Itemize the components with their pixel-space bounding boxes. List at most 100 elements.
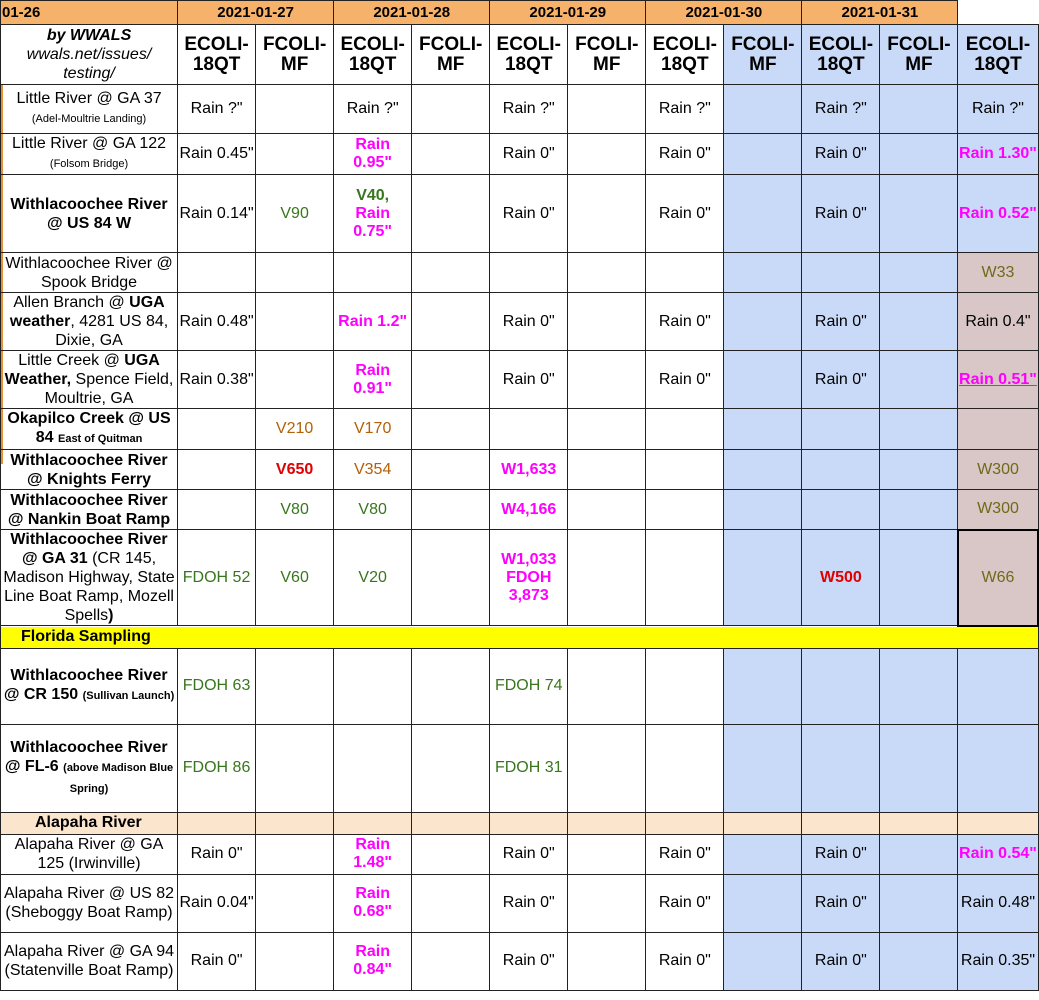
source-link[interactable]: wwals.net/issues/ testing/ — [2, 45, 177, 83]
site-cell: Alapaha River @ GA 94 (Statenville Boat … — [0, 931, 179, 991]
date-cell: 2021-01-28 — [333, 0, 491, 25]
value-cell: Rain 0" — [489, 133, 569, 175]
value-cell: V170 — [333, 408, 413, 450]
value-cell: Rain 0.51" — [957, 350, 1039, 409]
table-row: Little River @ GA 122 (Folsom Bridge) Rai… — [0, 133, 1039, 175]
section-filler — [645, 811, 725, 835]
value-cell — [879, 647, 959, 725]
value-cell — [879, 833, 959, 875]
value-cell — [567, 723, 647, 813]
value-cell: V80 — [333, 489, 413, 530]
value-cell — [723, 931, 803, 991]
site-cell: Withlacoochee River @ Knights Ferry — [0, 449, 179, 490]
date-cell: 2021-01-27 — [177, 0, 335, 25]
value-cell — [723, 647, 803, 725]
value-cell — [645, 252, 725, 293]
value-cell — [411, 252, 491, 293]
value-cell: Rain 0" — [177, 833, 257, 875]
value-cell: Rain 1.2" — [333, 292, 413, 351]
col-fcoli: FCOLI-MF — [567, 24, 647, 85]
value-cell — [723, 723, 803, 813]
value-cell — [567, 133, 647, 175]
value-cell: Rain 1.30" — [957, 133, 1039, 175]
value-cell — [255, 931, 335, 991]
value-cell — [411, 931, 491, 991]
value-cell — [723, 873, 803, 933]
value-cell: Rain 0" — [801, 350, 881, 409]
value-cell — [567, 489, 647, 530]
table-row: Withlacoochee River @ Nankin Boat Ramp V… — [0, 489, 1039, 530]
value-cell — [645, 449, 725, 490]
value-cell — [801, 489, 881, 530]
value-cell: Rain ?" — [333, 84, 413, 134]
col-ecoli: ECOLI-18QT — [489, 24, 569, 85]
col-fcoli: FCOLI-MF — [411, 24, 491, 85]
value-cell — [723, 350, 803, 409]
value-cell — [879, 723, 959, 813]
value-cell — [255, 723, 335, 813]
value-cell: Rain 0" — [801, 833, 881, 875]
value-cell: W1,633 — [489, 449, 569, 490]
section-florida: Florida Sampling — [0, 625, 1039, 649]
value-cell — [411, 449, 491, 490]
value-cell: Rain 0.52" — [957, 174, 1039, 253]
value-cell: Rain 0.91" — [333, 350, 413, 409]
value-cell: FDOH 52 — [177, 529, 257, 626]
value-cell: Rain 0.14" — [177, 174, 257, 253]
site-cell: Withlacoochee River @ US 84 W — [0, 174, 179, 253]
value-cell: Rain ?" — [957, 84, 1039, 134]
value-cell: Rain 0.54" — [957, 833, 1039, 875]
value-cell: Rain 0.48" — [957, 873, 1039, 933]
value-cell — [333, 252, 413, 293]
value-cell — [645, 489, 725, 530]
value-cell: Rain 0" — [177, 931, 257, 991]
value-cell — [567, 252, 647, 293]
value-cell — [723, 292, 803, 351]
value-cell: Rain 0" — [801, 292, 881, 351]
value-cell: V40, Rain 0.75" — [333, 174, 413, 253]
value-cell — [645, 723, 725, 813]
header-row: by WWALS wwals.net/issues/ testing/ ECOL… — [0, 24, 1039, 85]
site-cell: Okapilco Creek @ US 84 East of Quitman — [0, 408, 179, 450]
value-cell — [723, 252, 803, 293]
value-cell — [957, 408, 1039, 450]
value-cell — [255, 133, 335, 175]
section-filler — [723, 811, 803, 835]
value-cell: V90 — [255, 174, 335, 253]
source-by: by WWALS — [46, 27, 132, 44]
value-cell — [723, 833, 803, 875]
value-cell: Rain 0.04" — [177, 873, 257, 933]
value-cell: Rain 0" — [801, 931, 881, 991]
col-fcoli: FCOLI-MF — [255, 24, 335, 85]
section-filler — [489, 811, 569, 835]
site-cell: Withlacoochee River @ Spook Bridge — [0, 252, 179, 293]
value-cell: Rain 0" — [645, 292, 725, 351]
section-filler — [801, 811, 881, 835]
value-cell — [567, 408, 647, 450]
value-cell: W1,033 FDOH 3,873 — [489, 529, 569, 626]
value-cell: Rain 0" — [489, 873, 569, 933]
site-cell: Alapaha River @ GA 125 (Irwinville) — [0, 833, 179, 875]
value-cell — [645, 408, 725, 450]
value-cell — [177, 449, 257, 490]
value-cell — [333, 723, 413, 813]
value-cell — [723, 449, 803, 490]
value-cell — [411, 174, 491, 253]
value-cell — [801, 408, 881, 450]
value-cell: Rain 0" — [801, 133, 881, 175]
site-cell: Withlacoochee River @ GA 31 (CR 145, Mad… — [0, 529, 179, 626]
value-cell: Rain 0" — [645, 350, 725, 409]
table-row: Alapaha River @ US 82 (Sheboggy Boat Ram… — [0, 873, 1039, 933]
table-row: Okapilco Creek @ US 84 East of Quitman V… — [0, 408, 1039, 450]
value-cell — [879, 84, 959, 134]
value-cell — [177, 408, 257, 450]
section-filler — [411, 811, 491, 835]
col-fcoli: FCOLI-MF — [879, 24, 959, 85]
value-cell — [177, 252, 257, 293]
section-filler — [333, 811, 413, 835]
value-cell — [255, 292, 335, 351]
value-cell — [567, 174, 647, 253]
value-cell — [723, 489, 803, 530]
value-cell — [879, 529, 959, 626]
table-row: Alapaha River @ GA 125 (Irwinville) Rain… — [0, 833, 1039, 875]
